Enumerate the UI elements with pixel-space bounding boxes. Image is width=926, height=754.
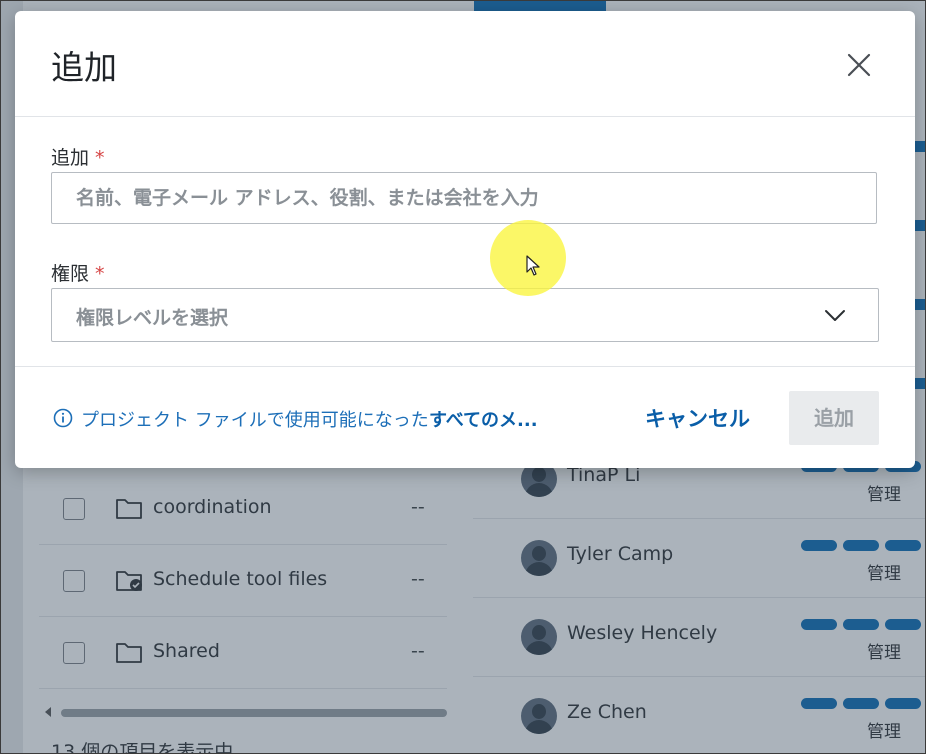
add-member-dialog: 追加 追加* 権限* 権限レベルを選択 プロジェクト ファイルで使用可能になった [15, 11, 915, 468]
add-button[interactable]: 追加 [789, 391, 879, 445]
cancel-button[interactable]: キャンセル [645, 403, 750, 433]
header-divider [15, 116, 915, 117]
info-icon [53, 408, 73, 428]
permission-field-label: 権限 * [51, 263, 105, 285]
app-window: coordination -- Schedule tool files -- S… [0, 0, 926, 754]
close-button[interactable] [845, 51, 873, 79]
close-icon[interactable] [845, 51, 873, 79]
chevron-down-icon [825, 310, 845, 321]
footer-divider [15, 366, 915, 367]
required-mark: * [95, 147, 105, 169]
info-link[interactable]: すべてのメ... [429, 406, 538, 432]
add-input[interactable] [51, 172, 877, 224]
mouse-pointer-icon [526, 255, 540, 276]
add-field-label: 追加 * [51, 147, 105, 169]
info-text: プロジェクト ファイルで使用可能になった [81, 410, 429, 431]
required-mark: * [95, 263, 105, 285]
permission-select[interactable]: 権限レベルを選択 [51, 288, 879, 342]
dialog-title: 追加 [51, 48, 117, 87]
permission-placeholder: 権限レベルを選択 [76, 307, 229, 329]
